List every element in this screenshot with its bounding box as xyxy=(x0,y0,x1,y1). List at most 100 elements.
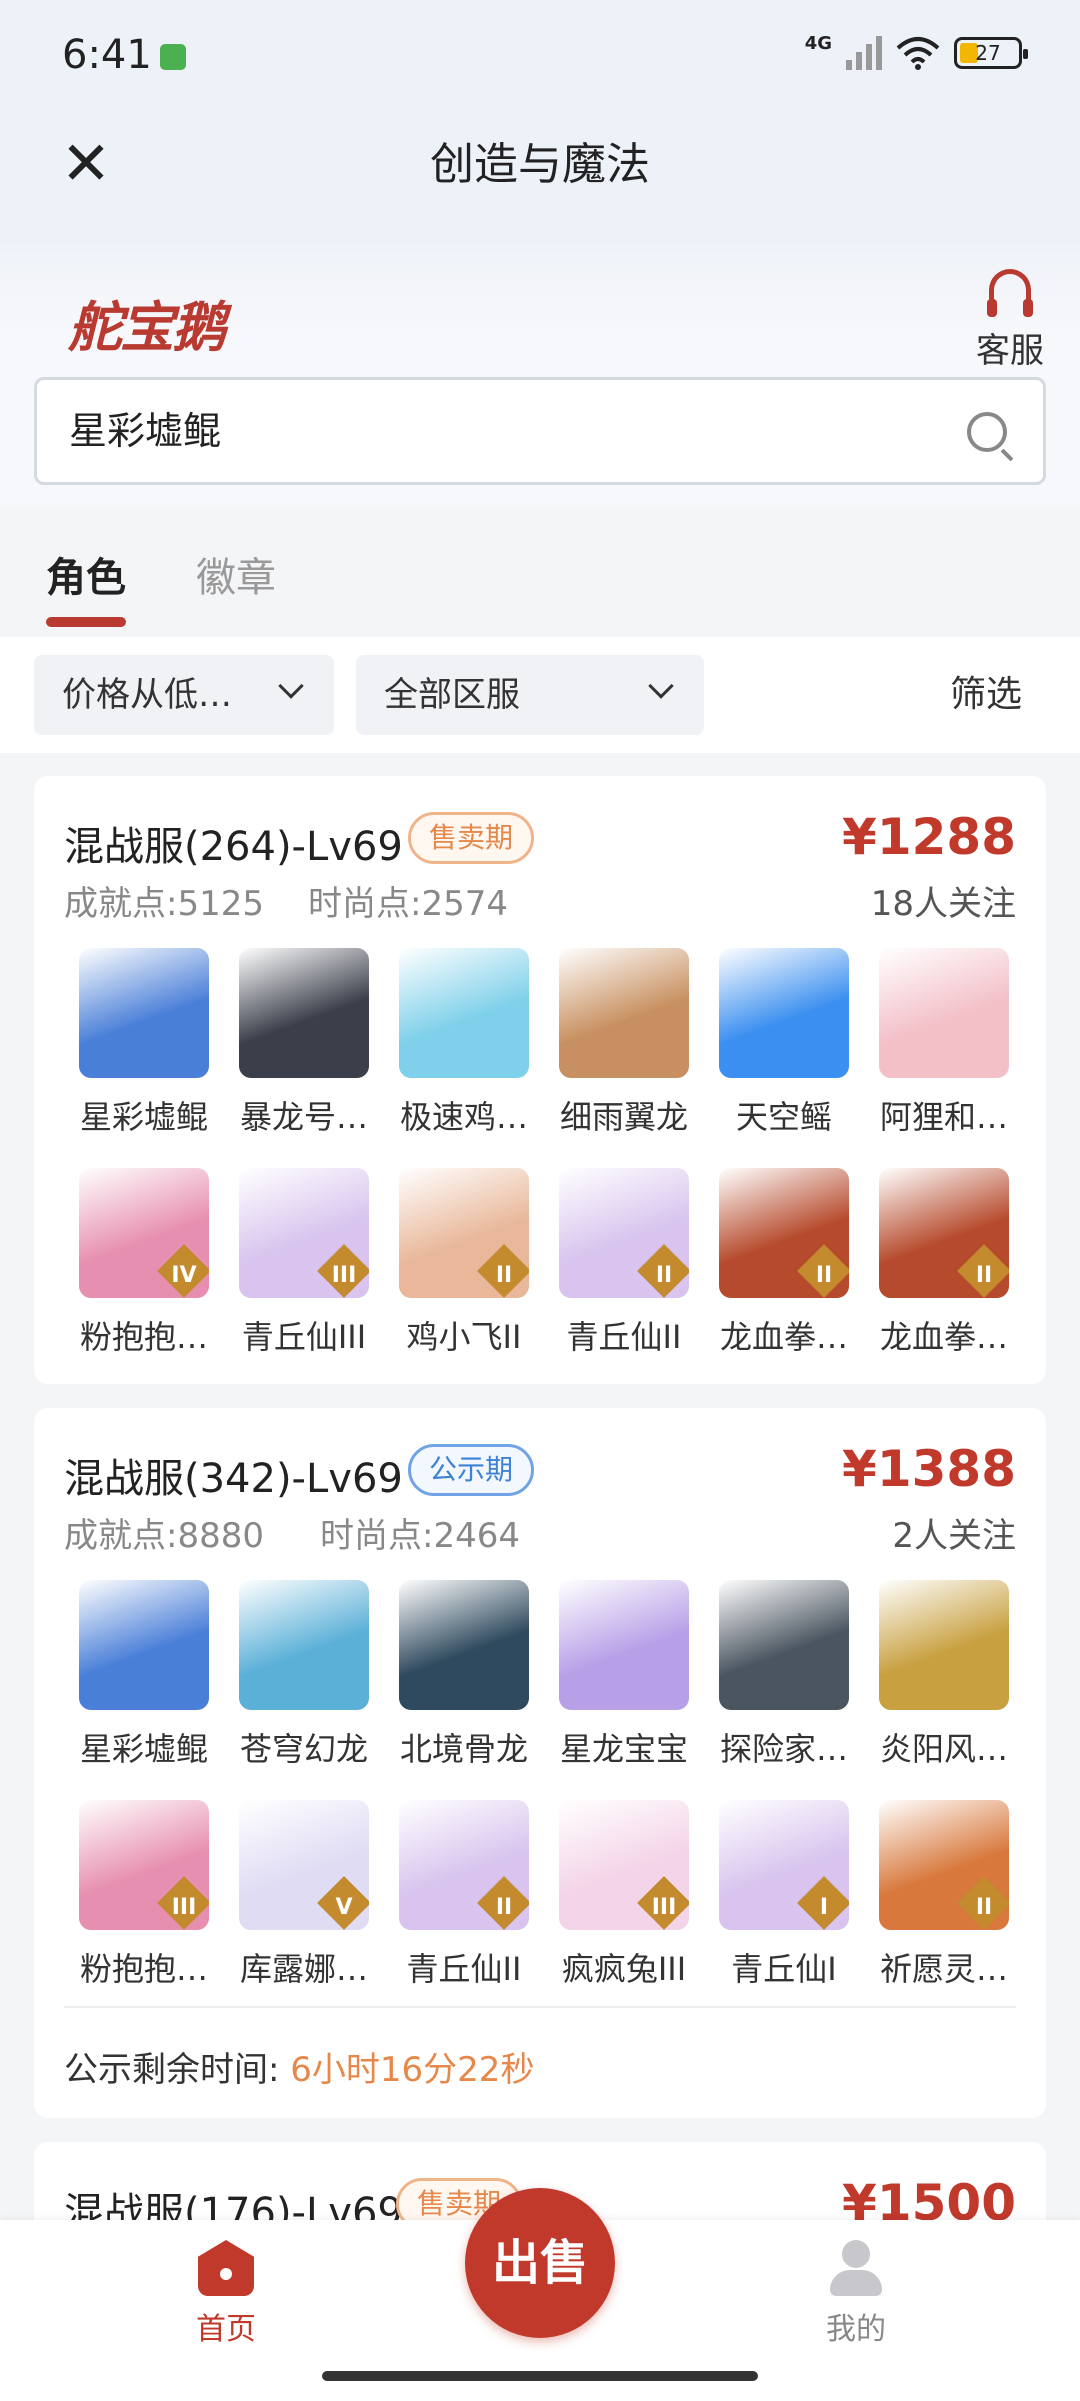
status-badge: 售卖期 xyxy=(408,812,535,864)
item-thumbnail xyxy=(399,1580,529,1710)
home-indicator xyxy=(322,2371,758,2381)
item-tile[interactable]: I 青丘仙I xyxy=(704,1792,864,2012)
item-tile[interactable]: 阿狸和… xyxy=(864,940,1024,1160)
fashion-points: 时尚点:2464 xyxy=(320,1516,520,1556)
item-tile[interactable]: 极速鸡… xyxy=(384,940,544,1160)
countdown-value: 6小时16分22秒 xyxy=(290,2050,535,2090)
watcher-count: 2人关注 xyxy=(892,1516,1016,1556)
wifi-icon xyxy=(896,37,940,70)
sort-dropdown-label: 价格从低… xyxy=(62,675,232,715)
customer-service-label: 客服 xyxy=(976,331,1044,371)
category-tabs: 角色 徽章 xyxy=(0,507,1080,637)
filter-bar: 价格从低… 全部区服 筛选 xyxy=(0,637,1080,753)
signal-icon xyxy=(846,36,882,70)
item-name: 极速鸡… xyxy=(399,1098,528,1136)
item-tile[interactable]: 探险家… xyxy=(704,1572,864,1792)
item-tile[interactable]: 星龙宝宝 xyxy=(544,1572,704,1792)
item-thumbnail: II xyxy=(719,1168,849,1298)
status-bar: 6:41 4G 27 xyxy=(0,0,1080,115)
item-name: 粉抱抱… xyxy=(79,1318,208,1356)
nav-home[interactable]: 首页 xyxy=(166,2240,286,2348)
listing-price: ¥1388 xyxy=(842,1440,1016,1498)
item-thumbnail xyxy=(879,948,1009,1078)
item-thumbnail: I xyxy=(719,1800,849,1930)
item-tile[interactable]: 炎阳风… xyxy=(864,1572,1024,1792)
item-name: 鸡小飞II xyxy=(406,1318,522,1356)
listing-card[interactable]: 混战服(342)-Lv69 公示期 ¥1388 成就点:8880 时尚点:246… xyxy=(34,1408,1046,2118)
item-name: 库露娜… xyxy=(239,1950,368,1988)
item-tile[interactable]: II 青丘仙II xyxy=(384,1792,544,2012)
item-thumbnail xyxy=(719,948,849,1078)
item-tile[interactable]: 细雨翼龙 xyxy=(544,940,704,1160)
item-thumbnail: III xyxy=(559,1800,689,1930)
item-name: 苍穹幻龙 xyxy=(239,1730,368,1768)
item-thumbnail xyxy=(559,1580,689,1710)
item-name: 北境骨龙 xyxy=(399,1730,528,1768)
rank-label: III xyxy=(651,1895,677,1920)
item-tile[interactable]: II 祈愿灵… xyxy=(864,1792,1024,2012)
item-tile[interactable]: IV 粉抱抱… xyxy=(64,1160,224,1380)
rank-label: I xyxy=(819,1895,829,1920)
item-name: 青丘仙II xyxy=(566,1318,682,1356)
network-type: 4G xyxy=(804,32,832,54)
tab-role[interactable]: 角色 xyxy=(46,545,126,627)
item-thumbnail: II xyxy=(399,1168,529,1298)
item-tile[interactable]: 暴龙号… xyxy=(224,940,384,1160)
item-tile[interactable]: 星彩墟鲲 xyxy=(64,1572,224,1792)
nav-home-label: 首页 xyxy=(196,2312,256,2347)
item-thumbnail xyxy=(559,948,689,1078)
item-tile[interactable]: III 疯疯兔III xyxy=(544,1792,704,2012)
item-name: 龙血拳… xyxy=(879,1318,1008,1356)
rank-label: II xyxy=(655,1263,673,1288)
listing-title: 混战服(342)-Lv69 xyxy=(64,1456,403,1502)
search-value: 星彩墟鲲 xyxy=(69,409,222,453)
item-tile[interactable]: II 龙血拳… xyxy=(864,1160,1024,1380)
publicity-countdown: 公示剩余时间: 6小时16分22秒 xyxy=(64,2042,534,2091)
item-name: 青丘仙II xyxy=(406,1950,522,1988)
status-icons: 4G 27 xyxy=(804,32,1028,70)
countdown-label: 公示剩余时间: xyxy=(64,2050,280,2090)
item-thumbnail: II xyxy=(879,1168,1009,1298)
status-badge: 公示期 xyxy=(408,1444,535,1496)
tab-badge[interactable]: 徽章 xyxy=(196,545,276,603)
item-tile[interactable]: 北境骨龙 xyxy=(384,1572,544,1792)
item-name: 青丘仙III xyxy=(241,1318,367,1356)
chevron-down-icon xyxy=(278,673,304,699)
item-thumbnail xyxy=(879,1580,1009,1710)
item-tile[interactable]: 苍穹幻龙 xyxy=(224,1572,384,1792)
customer-service-button[interactable]: 客服 xyxy=(970,269,1050,372)
home-icon xyxy=(198,2240,254,2296)
item-tile[interactable]: 星彩墟鲲 xyxy=(64,940,224,1160)
item-tile[interactable]: III 青丘仙III xyxy=(224,1160,384,1380)
item-thumbnail: IV xyxy=(79,1168,209,1298)
item-thumbnail: II xyxy=(399,1800,529,1930)
item-name: 龙血拳… xyxy=(719,1318,848,1356)
item-name: 天空鳐 xyxy=(735,1098,832,1136)
item-thumbnail: V xyxy=(239,1800,369,1930)
rank-label: V xyxy=(335,1895,353,1920)
item-thumbnail: II xyxy=(879,1800,1009,1930)
rank-label: II xyxy=(815,1263,833,1288)
item-tile[interactable]: 天空鳐 xyxy=(704,940,864,1160)
item-tile[interactable]: II 鸡小飞II xyxy=(384,1160,544,1380)
item-thumbnail: III xyxy=(239,1168,369,1298)
header: 舵宝鹅 客服 星彩墟鲲 xyxy=(0,225,1080,507)
item-grid: 星彩墟鲲 暴龙号… 极速鸡… 细雨翼龙 天空鳐 阿狸和… IV 粉抱抱… III 青丘仙III II… xyxy=(64,940,1024,1380)
item-tile[interactable]: II 青丘仙II xyxy=(544,1160,704,1380)
listing-card[interactable]: 混战服(264)-Lv69 售卖期 ¥1288 成就点:5125 时尚点:257… xyxy=(34,776,1046,1384)
rank-label: III xyxy=(171,1895,197,1920)
item-tile[interactable]: II 龙血拳… xyxy=(704,1160,864,1380)
item-tile[interactable]: III 粉抱抱… xyxy=(64,1792,224,2012)
sell-button[interactable]: 出售 xyxy=(465,2188,615,2338)
item-tile[interactable]: V 库露娜… xyxy=(224,1792,384,2012)
search-icon[interactable] xyxy=(967,412,1007,452)
filter-button[interactable]: 筛选 xyxy=(950,637,1022,753)
nav-mine[interactable]: 我的 xyxy=(796,2240,916,2348)
rank-label: II xyxy=(495,1895,513,1920)
listing-price: ¥1288 xyxy=(842,808,1016,866)
server-dropdown[interactable]: 全部区服 xyxy=(356,655,704,735)
item-thumbnail xyxy=(239,948,369,1078)
sort-dropdown[interactable]: 价格从低… xyxy=(34,655,334,735)
search-input[interactable]: 星彩墟鲲 xyxy=(34,377,1046,485)
item-thumbnail xyxy=(399,948,529,1078)
